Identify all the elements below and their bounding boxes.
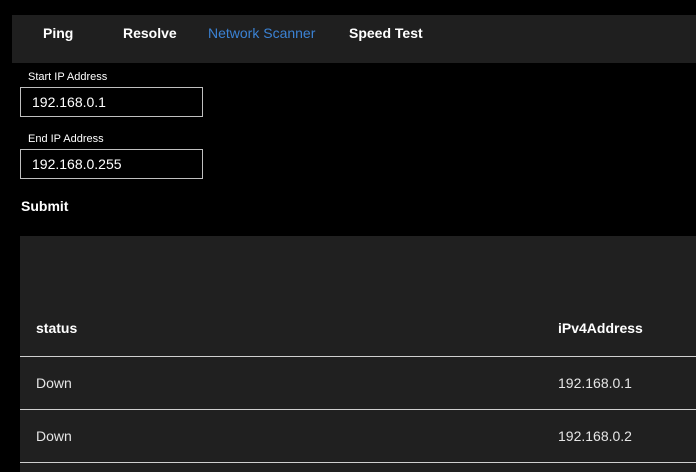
table-header-row: status iPv4Address bbox=[20, 302, 696, 357]
status-cell: Down bbox=[36, 428, 72, 444]
end-ip-label: End IP Address bbox=[28, 133, 104, 145]
column-header-ipv4-address[interactable]: iPv4Address bbox=[558, 302, 643, 354]
ipv4-address-cell: 192.168.0.2 bbox=[558, 428, 632, 444]
column-header-status[interactable]: status bbox=[36, 302, 77, 354]
results-table: status iPv4Address Down 192.168.0.1 Down… bbox=[20, 236, 696, 472]
tab-network-scanner[interactable]: Network Scanner bbox=[208, 15, 315, 51]
tab-speed-test[interactable]: Speed Test bbox=[349, 15, 423, 51]
end-ip-input[interactable] bbox=[20, 149, 203, 179]
tab-resolve[interactable]: Resolve bbox=[123, 15, 177, 51]
ipv4-address-cell: 192.168.0.1 bbox=[558, 375, 632, 391]
table-row[interactable]: Down 192.168.0.2 bbox=[20, 410, 696, 463]
status-cell: Down bbox=[36, 375, 72, 391]
tab-ping[interactable]: Ping bbox=[43, 15, 73, 51]
start-ip-label: Start IP Address bbox=[28, 71, 108, 83]
submit-button[interactable]: Submit bbox=[21, 198, 68, 214]
start-ip-input[interactable] bbox=[20, 87, 203, 117]
tab-bar: Ping Resolve Network Scanner Speed Test bbox=[12, 15, 696, 63]
table-row[interactable]: Down 192.168.0.1 bbox=[20, 357, 696, 410]
